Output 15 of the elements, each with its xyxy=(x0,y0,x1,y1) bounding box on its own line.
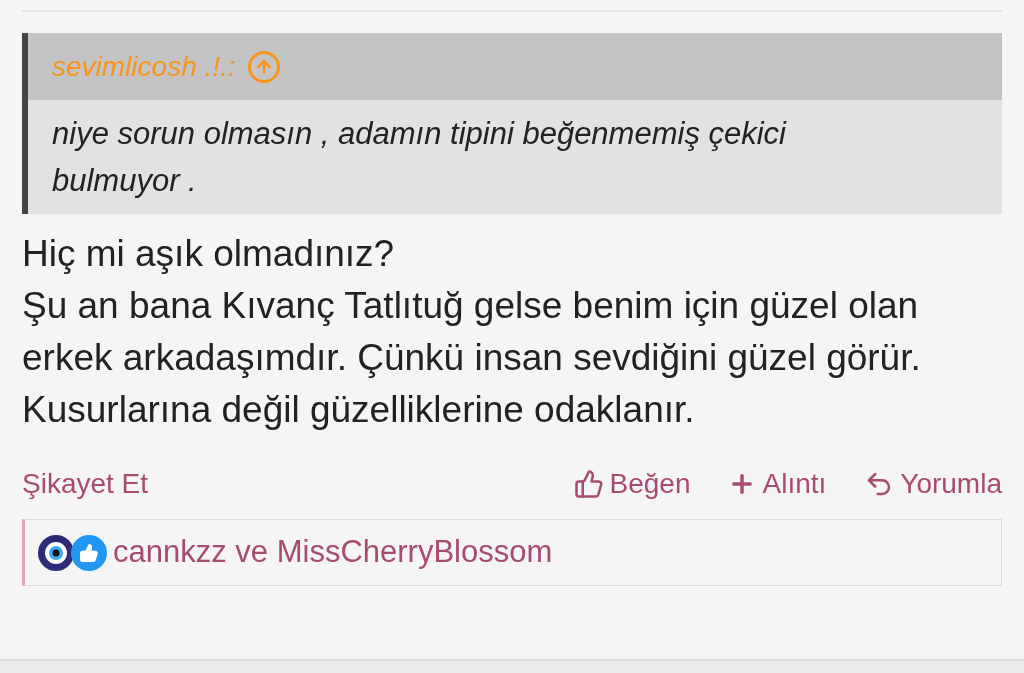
quote-author: sevimlicosh .!.: xyxy=(52,49,236,84)
reply-button[interactable]: Yorumla xyxy=(864,463,1002,505)
like-button[interactable]: Beğen xyxy=(573,463,691,505)
quote-button[interactable]: Alıntı xyxy=(728,463,827,505)
post-text: Şu an bana Kıvanç Tatlıtuğ gelse benim için güzel olan xyxy=(22,284,920,328)
jump-up-icon[interactable] xyxy=(247,50,280,83)
reaction-users[interactable]: cannkzz ve MissCherryBlossom xyxy=(113,529,553,576)
like-reaction-icon xyxy=(71,534,107,571)
thumbs-up-icon xyxy=(573,469,604,499)
quote-text: niye sorun olmasın , adamın tipini beğenmemiş çekici bulmuyor . xyxy=(51,115,788,200)
post-text: Hiç mi aşık olmadınız? xyxy=(22,232,396,276)
post-text: erkek arkadaşımdır. Çünkü insan sevdiğini güzel görür. xyxy=(22,336,922,380)
evil-eye-icon xyxy=(37,533,75,572)
post-text: Kusurlarına değil güzelliklerine odaklanır. xyxy=(22,388,696,432)
report-link[interactable]: Şikayet Et xyxy=(22,463,149,505)
